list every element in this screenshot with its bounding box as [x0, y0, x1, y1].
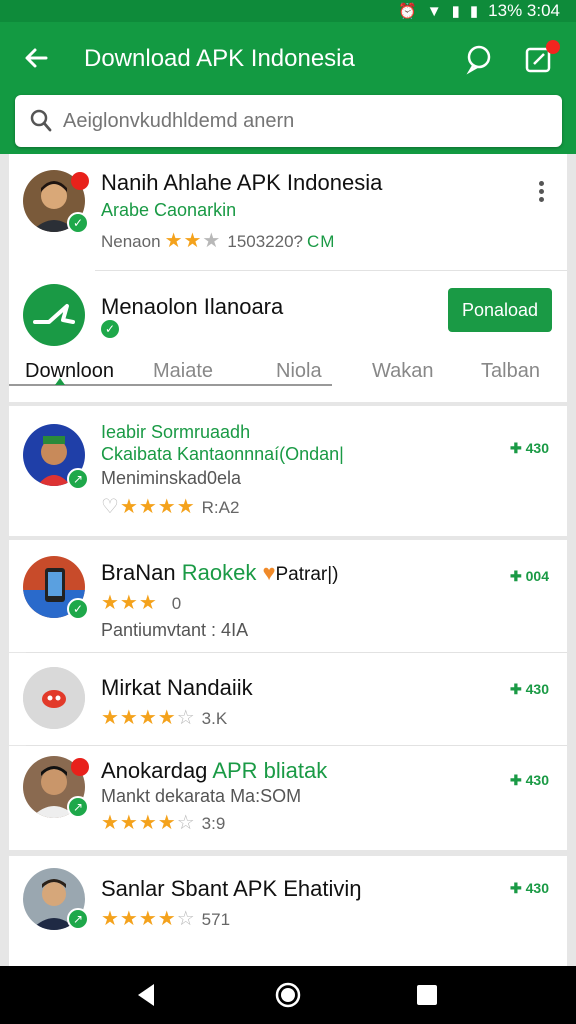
rating-prefix: Nenaon [101, 232, 161, 251]
item-meta: Pantiumvtant : 4IA [101, 620, 249, 640]
status-time: 13% 3:04 [488, 1, 560, 20]
list-item[interactable]: ✓ BraNan Raokek ♥Patrar|) ★★★ 0 Pantiumvt… [9, 540, 567, 652]
tab-talban[interactable]: Talban [481, 360, 540, 383]
status-bar: ⏰ ▼ ▮ ▮ 13% 3:04 [0, 0, 576, 22]
rating-value: 0 [171, 594, 182, 613]
wifi-icon: ▼ [426, 2, 442, 20]
item-title: Mirkat Nandaiik [101, 675, 253, 700]
item-title-main: Anokardag [101, 758, 208, 783]
item-rating: ★★★ 0 [101, 590, 181, 615]
star-empty-icon: ☆ [176, 908, 196, 930]
count-value: 430 [525, 681, 549, 697]
verified-icon: ✓ [67, 212, 89, 234]
tab-maiate[interactable]: Maiate [153, 360, 213, 383]
rating-value: 571 [201, 910, 231, 929]
item-rating: ★★★★☆ 3.K [101, 705, 227, 730]
download-count: ✚ 430 [510, 681, 549, 697]
item-rating: ★★★★☆ 3:9 [101, 810, 225, 835]
profile-rating: Nenaon ★★★ 1503220? CM [101, 228, 335, 253]
battery-icon: ▮ [469, 2, 479, 20]
featured-verified-icon: ✓ [99, 318, 121, 340]
star-icon: ★★★ [101, 592, 158, 614]
star-icon: ★★★★ [101, 908, 177, 930]
online-dot [71, 758, 89, 776]
item-title-tail: Patrar|) [275, 564, 339, 585]
star-empty-icon: ☆ [176, 812, 196, 834]
count-value: 430 [525, 880, 549, 896]
rating-value: 3:9 [201, 814, 226, 833]
list-item[interactable]: ↗ Anokardag APR bliatak Mankt dekarata M… [9, 746, 567, 850]
download-badge-icon: ↗ [67, 796, 89, 818]
item-title: BraNan Raokek ♥Patrar|) [101, 560, 339, 586]
tab-indicator [55, 378, 65, 385]
star-empty-icon: ☆ [176, 707, 196, 729]
alarm-icon: ⏰ [398, 2, 417, 20]
item-title-highlight: APR bliatak [212, 758, 328, 783]
rating-suffix: CM [307, 232, 336, 251]
notification-dot [546, 40, 560, 54]
profile-card: ✓ Nanih Ahlahe APK Indonesia Arabe Caona… [9, 154, 567, 402]
online-dot [71, 172, 89, 190]
download-badge-icon: ✓ [67, 598, 89, 620]
heart-icon[interactable]: ♡ [101, 496, 120, 518]
signal-icon: ▮ [451, 2, 460, 20]
more-options-icon[interactable] [537, 178, 545, 210]
count-value: 004 [525, 568, 549, 584]
search-icon [30, 109, 52, 132]
tab-niola[interactable]: Niola [276, 360, 322, 383]
star-icon: ★★ [164, 230, 203, 252]
rating-value: 1503220? [227, 232, 303, 251]
count-value: 430 [525, 440, 549, 456]
chat-icon[interactable] [462, 42, 496, 76]
profile-subtitle: Arabe Caonarkin [101, 200, 237, 220]
star-icon: ★★★★ [101, 707, 177, 729]
page-title: Download APK Indonesia [84, 45, 355, 72]
item-avatar [23, 667, 85, 729]
search-bar[interactable] [15, 95, 562, 147]
item-rating: ★★★★☆ 571 [101, 906, 230, 931]
item-title: Anokardag APR bliatak [101, 758, 327, 784]
star-empty-icon: ★ [202, 230, 222, 252]
tab-download[interactable]: Downloon [25, 360, 114, 383]
system-nav-bar [0, 966, 576, 1024]
heart-icon: ♥ [262, 560, 276, 585]
star-icon: ★★★★ [119, 496, 196, 518]
download-badge-icon: ↗ [67, 468, 89, 490]
item-meta: Meniminskad0ela [101, 468, 242, 488]
download-count: ✚ 430 [510, 772, 549, 788]
search-input[interactable] [63, 105, 543, 137]
tab-wakan[interactable]: Wakan [372, 360, 434, 383]
download-badge-icon: ↗ [67, 908, 89, 930]
item-subtitle: Ckaibata Kantaonnnaí(Ondan| [101, 444, 344, 464]
home-nav-icon[interactable] [273, 980, 303, 1010]
star-icon: ★★★★ [101, 812, 177, 834]
count-value: 430 [525, 772, 549, 788]
item-rating: ♡★★★★ R:A2 [101, 494, 239, 519]
download-count: ✚ 004 [510, 568, 549, 584]
rating-value: 3.K [201, 709, 228, 728]
download-count: ✚ 430 [510, 440, 549, 456]
item-title-highlight: Raokek [181, 560, 257, 585]
item-title: Ieabir Sormruaadh [101, 422, 251, 442]
featured-name: Menaolon Ilanoara [101, 294, 284, 319]
back-nav-icon[interactable] [132, 980, 162, 1010]
item-title-main: BraNan [101, 560, 176, 585]
app-logo [23, 284, 85, 346]
app-bar: Download APK Indonesia [0, 22, 576, 154]
list-item[interactable]: ↗ Ieabir Sormruaadh Ckaibata Kantaonnnaí… [9, 406, 567, 536]
profile-name: Nanih Ahlahe APK Indonesia [101, 170, 383, 195]
list-item[interactable]: ↗ Sanlar Sbant APK Ehativiŋ ★★★★☆ 571 ✚ 4… [9, 856, 567, 966]
rating-value: R:A2 [201, 498, 240, 517]
list-item[interactable]: Mirkat Nandaiik ★★★★☆ 3.K ✚ 430 [9, 653, 567, 745]
item-meta: Mankt dekarata Ma:SOM [101, 786, 302, 806]
item-title: Sanlar Sbant APK Ehativiŋ [101, 876, 362, 901]
recents-nav-icon[interactable] [412, 980, 442, 1010]
download-count: ✚ 430 [510, 880, 549, 896]
back-arrow-icon[interactable] [20, 42, 52, 74]
download-button[interactable]: Ponaload [448, 288, 552, 332]
